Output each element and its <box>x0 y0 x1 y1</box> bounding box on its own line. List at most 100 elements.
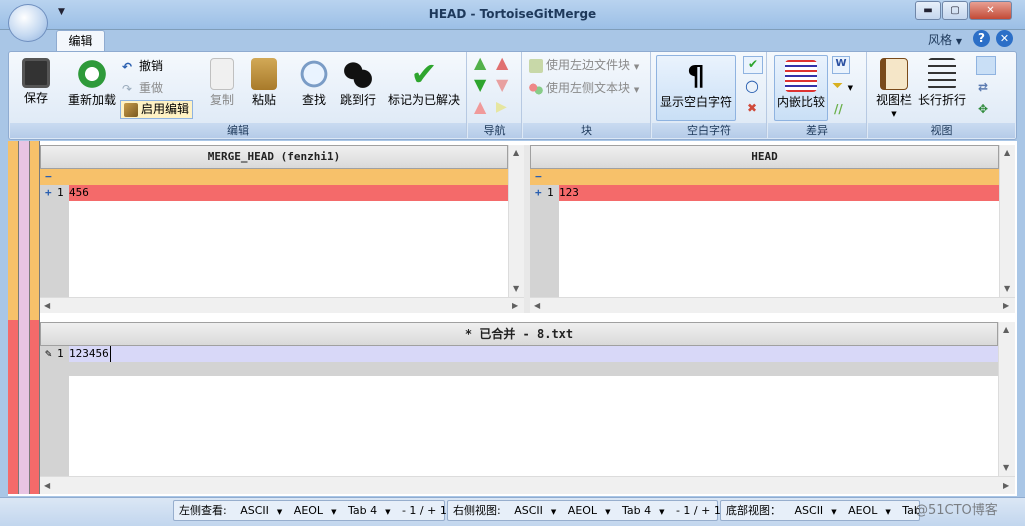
merged-vertical-scrollbar[interactable]: ▲ ▼ <box>998 322 1015 476</box>
left-removed-row <box>40 185 508 201</box>
group-label-whitespace: 空白字符 <box>652 123 766 138</box>
help-icon[interactable]: ? <box>973 30 990 47</box>
status-left-encoding[interactable]: ASCII <box>235 501 274 520</box>
scroll-left-icon[interactable]: ◀ <box>534 301 540 311</box>
scroll-left-icon[interactable]: ◀ <box>44 301 50 311</box>
show-whitespace-button[interactable]: ¶ 显示空白字符 <box>656 55 736 121</box>
arrows-icon[interactable]: ✥ <box>978 102 988 116</box>
next-inline-icon[interactable]: ▶ <box>496 100 507 114</box>
wrap-long-lines-button[interactable]: 长行折行 <box>916 58 968 107</box>
copy-button[interactable]: 复制 <box>202 58 242 107</box>
chevron-down-icon[interactable]: ▼ <box>548 503 559 522</box>
redo-icon: ↷ <box>122 81 133 96</box>
status-right-tab[interactable]: Tab 4 <box>617 501 656 520</box>
status-right-view: 右侧视图: ASCII ▼ AEOL ▼ Tab 4 ▼ - 1 / + 1 <box>447 500 721 522</box>
clipboard-icon <box>251 58 277 90</box>
scroll-right-icon[interactable]: ▶ <box>1003 301 1009 311</box>
group-label-nav: 导航 <box>468 123 521 138</box>
ignore-whitespace-check-icon[interactable]: ✔ <box>743 56 763 74</box>
goto-line-label: 跳到行 <box>339 93 376 107</box>
status-right-encoding[interactable]: ASCII <box>509 501 548 520</box>
chevron-down-icon[interactable]: ▼ <box>828 503 839 520</box>
use-left-text-block-label: 使用左侧文本块 <box>546 81 631 95</box>
two-pane-view-icon[interactable] <box>976 56 996 75</box>
minimize-button[interactable]: ▬ <box>915 1 941 20</box>
chevron-down-icon[interactable]: ▼ <box>656 503 667 522</box>
mark-resolved-button[interactable]: ✔ 标记为已解决 <box>386 58 462 107</box>
status-left-eol[interactable]: AEOL <box>289 501 328 520</box>
scroll-down-icon[interactable]: ▼ <box>1003 463 1009 473</box>
previous-inline-icon[interactable]: ▲ <box>474 99 486 115</box>
status-bottom-encoding[interactable]: ASCII <box>790 501 829 520</box>
right-horizontal-scrollbar[interactable]: ◀ ▶ <box>530 297 1015 313</box>
merged-horizontal-scrollbar[interactable]: ◀ ▶ <box>40 476 1015 494</box>
scroll-down-icon[interactable]: ▼ <box>1004 284 1010 294</box>
status-right-eol[interactable]: AEOL <box>563 501 602 520</box>
collapse-icon[interactable]: // <box>834 102 843 116</box>
left-pane[interactable]: MERGE_HEAD (fenzhi1) − + 1 456 ▲ ▼ <box>40 145 524 297</box>
maximize-button[interactable]: ▢ <box>942 1 968 20</box>
redo-button[interactable]: ↷ 重做 <box>122 81 163 96</box>
location-bar-left[interactable] <box>8 141 18 320</box>
scroll-up-icon[interactable]: ▲ <box>1003 325 1009 335</box>
x-mark-icon[interactable]: ✖ <box>747 101 757 115</box>
status-bottom-eol[interactable]: AEOL <box>843 501 882 520</box>
circle-icon[interactable]: ○ <box>745 78 759 94</box>
scroll-down-icon[interactable]: ▼ <box>513 284 519 294</box>
paste-label: 粘贴 <box>251 93 276 107</box>
chevron-down-icon[interactable]: ▼ <box>328 503 339 522</box>
use-left-text-block-button[interactable]: 使用左侧文本块 ▼ <box>529 81 639 97</box>
scroll-right-icon[interactable]: ▶ <box>512 301 518 311</box>
reload-button[interactable]: 重新加载 <box>64 58 120 107</box>
ribbon-group-edit: 保存 重新加载 ↶ 撤销 ↷ 重做 启用编辑 复制 粘贴 查找 跳到行 ✔ 标记为已… <box>10 52 467 138</box>
previous-conflict-icon[interactable]: ▲ <box>496 55 508 71</box>
merged-line-text[interactable]: 123456 <box>69 346 111 362</box>
paste-button[interactable]: 粘贴 <box>244 58 284 107</box>
undo-icon: ↶ <box>122 59 133 74</box>
location-bar-right[interactable] <box>29 141 39 320</box>
enable-edit-label: 启用编辑 <box>141 102 190 116</box>
merged-pane-header: * 已合并 - 8.txt <box>40 322 998 346</box>
next-conflict-icon[interactable]: ▼ <box>496 77 508 93</box>
close-icon[interactable]: ✕ <box>996 30 1013 47</box>
find-button[interactable]: 查找 <box>294 58 334 107</box>
location-bar-bottom-right[interactable] <box>29 320 39 494</box>
right-line-text: 123 <box>559 186 579 199</box>
right-vertical-scrollbar[interactable]: ▲ ▼ <box>999 145 1015 297</box>
view-bar-button[interactable]: 视图栏 ▼ <box>872 58 916 121</box>
status-left-tab[interactable]: Tab 4 <box>343 501 382 520</box>
chevron-down-icon[interactable]: ▼ <box>382 503 393 522</box>
right-pane[interactable]: HEAD − + 1 123 ▲ ▼ <box>530 145 1015 297</box>
previous-diff-icon[interactable]: ▲ <box>474 55 486 71</box>
tab-edit[interactable]: 编辑 <box>56 30 105 52</box>
merged-pane[interactable]: * 已合并 - 8.txt ✎ 1 123456 ▲ ▼ <box>40 322 1015 476</box>
chevron-down-icon[interactable]: ▼ <box>274 503 285 522</box>
left-horizontal-scrollbar[interactable]: ◀ ▶ <box>40 297 524 313</box>
location-bar-bottom-middle[interactable] <box>19 320 29 494</box>
left-line-text: 456 <box>69 186 89 199</box>
swap-icon[interactable]: ⇄ <box>978 80 988 94</box>
filter-icon[interactable]: ⏷ ▼ <box>832 79 853 95</box>
wrap-long-lines-label: 长行折行 <box>917 93 966 107</box>
next-diff-icon[interactable]: ▼ <box>474 77 486 93</box>
close-button[interactable]: ✕ <box>969 1 1012 20</box>
enable-edit-button[interactable]: 启用编辑 <box>120 100 194 119</box>
use-left-file-block-button[interactable]: 使用左边文件块 ▼ <box>529 58 639 74</box>
inline-diff-button[interactable]: 内嵌比较 <box>774 55 828 121</box>
save-button[interactable]: 保存 <box>16 58 56 105</box>
chevron-down-icon[interactable]: ▼ <box>882 503 893 520</box>
left-vertical-scrollbar[interactable]: ▲ ▼ <box>508 145 524 297</box>
pane-splitter[interactable] <box>524 145 530 313</box>
scroll-up-icon[interactable]: ▲ <box>1004 148 1010 158</box>
undo-button[interactable]: ↶ 撤销 <box>122 59 163 74</box>
word-diff-icon[interactable]: W <box>832 56 850 74</box>
scroll-left-icon[interactable]: ◀ <box>44 481 50 491</box>
scroll-right-icon[interactable]: ▶ <box>1003 481 1009 491</box>
right-line-marker: − <box>535 170 542 183</box>
style-menu[interactable]: 风格 ▼ <box>928 31 962 48</box>
location-bar-middle[interactable] <box>19 141 29 320</box>
scroll-up-icon[interactable]: ▲ <box>513 148 519 158</box>
goto-line-button[interactable]: 跳到行 <box>335 58 381 107</box>
location-bar-bottom-left[interactable] <box>8 320 18 494</box>
chevron-down-icon[interactable]: ▼ <box>602 503 613 522</box>
